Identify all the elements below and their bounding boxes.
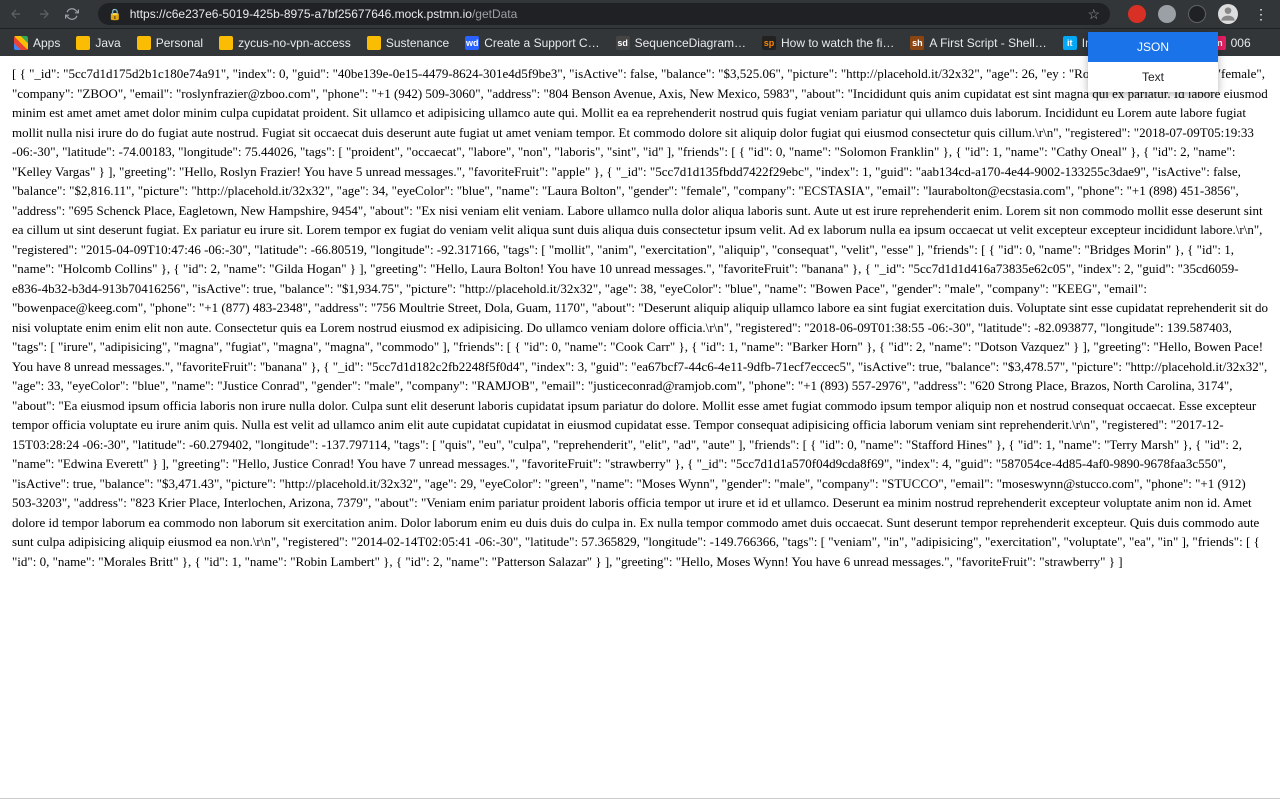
bookmark-item[interactable]: Java — [70, 34, 126, 52]
favicon-icon: wd — [465, 36, 479, 50]
bookmark-label: Create a Support C… — [484, 36, 599, 50]
profile-avatar[interactable] — [1218, 4, 1238, 24]
bookmark-label: Sustenance — [386, 36, 449, 50]
bookmark-item[interactable]: sd SequenceDiagram… — [610, 34, 752, 52]
dropdown-json[interactable]: JSON — [1088, 32, 1218, 62]
bookmark-label: SequenceDiagram… — [635, 36, 746, 50]
extension-icon[interactable] — [1128, 5, 1146, 23]
bookmark-item[interactable]: wd Create a Support C… — [459, 34, 605, 52]
bookmark-item[interactable]: Apps — [8, 34, 66, 52]
forward-button[interactable] — [36, 6, 52, 22]
bookmark-label: How to watch the fi… — [781, 36, 894, 50]
browser-menu-icon[interactable]: ⋮ — [1250, 6, 1272, 23]
bookmark-label: Apps — [33, 36, 60, 50]
page-content: JSON Text [ { "_id": "5cc7d1d175d2b1c180… — [0, 56, 1280, 579]
favicon-icon: it — [1063, 36, 1077, 50]
bookmark-item[interactable]: sp How to watch the fi… — [756, 34, 900, 52]
bookmark-item[interactable]: Personal — [131, 34, 209, 52]
format-dropdown: JSON Text — [1088, 32, 1218, 92]
bookmark-item[interactable]: sh A First Script - Shell… — [904, 34, 1052, 52]
url-text: https://c6e237e6-5019-425b-8975-a7bf2567… — [130, 7, 1080, 21]
bookmark-label: 006 — [1231, 36, 1251, 50]
folder-icon — [76, 36, 90, 50]
browser-toolbar: 🔒 https://c6e237e6-5019-425b-8975-a7bf25… — [0, 0, 1280, 28]
bookmark-item[interactable]: zycus-no-vpn-access — [213, 34, 357, 52]
lock-icon: 🔒 — [108, 8, 122, 21]
json-body-text: [ { "_id": "5cc7d1d175d2b1c180e74a91", "… — [12, 64, 1268, 571]
extension-icon[interactable] — [1188, 5, 1206, 23]
bookmark-label: A First Script - Shell… — [929, 36, 1046, 50]
url-bar[interactable]: 🔒 https://c6e237e6-5019-425b-8975-a7bf25… — [98, 3, 1110, 25]
favicon-icon: sp — [762, 36, 776, 50]
extension-icon[interactable] — [1158, 5, 1176, 23]
bookmark-label: Personal — [156, 36, 203, 50]
folder-icon — [137, 36, 151, 50]
bookmark-label: Java — [95, 36, 120, 50]
folder-icon — [219, 36, 233, 50]
reload-button[interactable] — [64, 6, 80, 22]
folder-icon — [367, 36, 381, 50]
favicon-icon: sh — [910, 36, 924, 50]
favicon-icon: sd — [616, 36, 630, 50]
apps-icon — [14, 36, 28, 50]
dropdown-text[interactable]: Text — [1088, 62, 1218, 92]
back-button[interactable] — [8, 6, 24, 22]
bookmark-label: zycus-no-vpn-access — [238, 36, 351, 50]
bookmark-star-icon[interactable]: ☆ — [1087, 6, 1100, 23]
bookmark-item[interactable]: Sustenance — [361, 34, 455, 52]
